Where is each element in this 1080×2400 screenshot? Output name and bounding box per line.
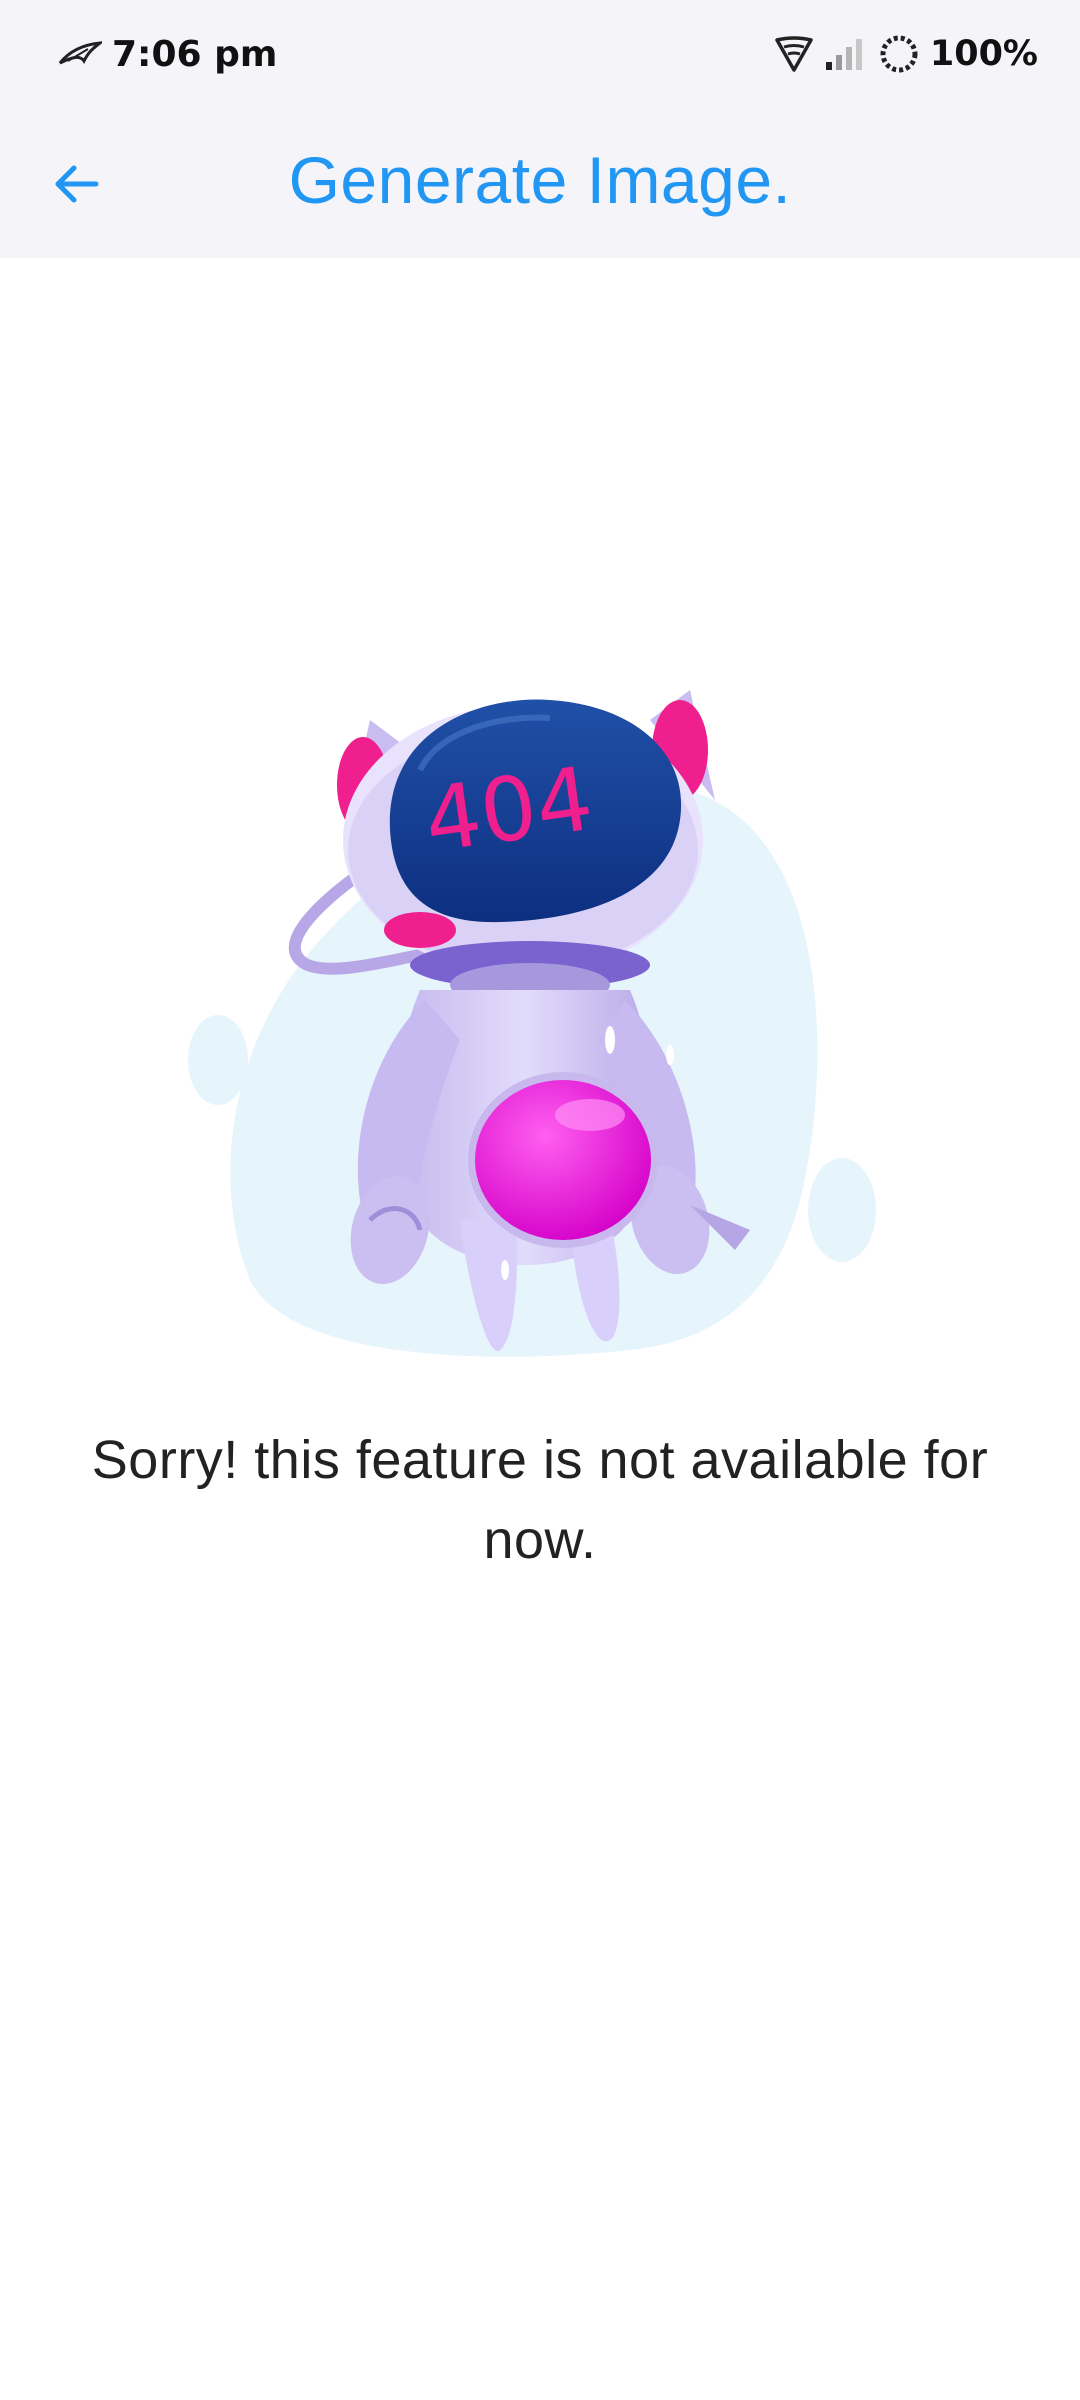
loading-ring-icon <box>878 33 920 75</box>
back-button[interactable] <box>40 150 112 222</box>
cellular-signal-icon <box>824 36 864 72</box>
app-bar: Generate Image. <box>0 110 1080 258</box>
status-right: 100% <box>774 28 1038 80</box>
page-title: Generate Image. <box>288 143 792 217</box>
rog-logo-icon <box>58 41 102 67</box>
status-left: 7:06 pm <box>58 28 277 80</box>
top-area: 7:06 pm 100% Generate Image. <box>0 0 1080 258</box>
wifi-icon <box>774 34 814 74</box>
battery-percent: 100% <box>929 34 1038 74</box>
status-bar: 7:06 pm 100% <box>0 0 1080 110</box>
status-time: 7:06 pm <box>112 33 278 75</box>
arrow-left-icon <box>50 158 102 215</box>
robot-404-illustration: 404 <box>170 660 910 1380</box>
unavailable-message: Sorry! this feature is not available for… <box>91 1430 989 1570</box>
